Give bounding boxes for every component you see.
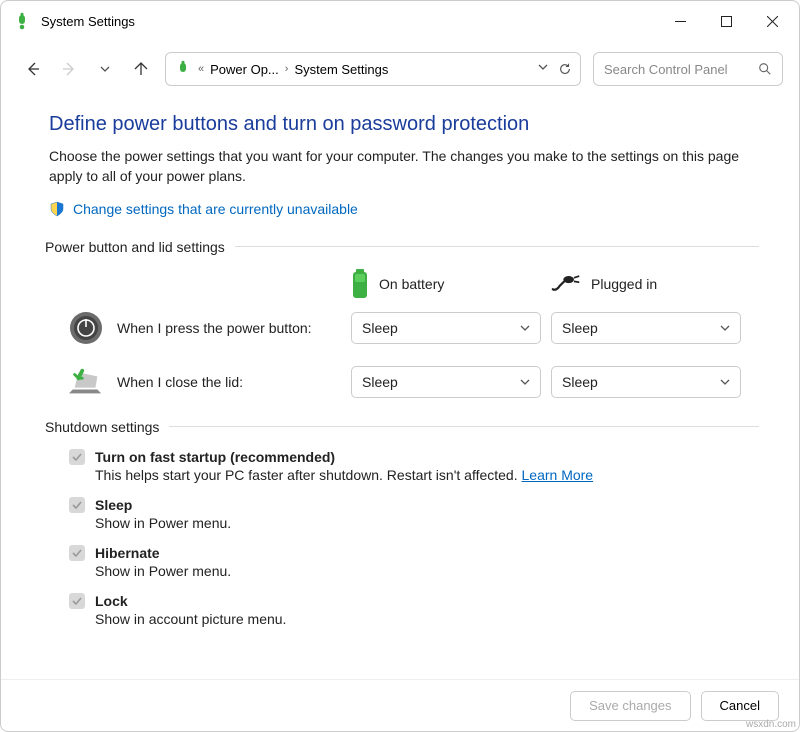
- column-headers: On battery Plugged in: [49, 269, 759, 299]
- page-heading: Define power buttons and turn on passwor…: [49, 113, 759, 136]
- watermark: wsxdn.com: [746, 719, 796, 730]
- chk-fast-startup-label: Turn on fast startup (recommended): [95, 449, 335, 465]
- chk-hibernate: Hibernate Show in Power menu.: [49, 545, 759, 579]
- title-bar: System Settings: [1, 1, 799, 41]
- chk-sleep-label: Sleep: [95, 497, 132, 513]
- footer: Save changes Cancel: [1, 679, 799, 731]
- chk-sleep: Sleep Show in Power menu.: [49, 497, 759, 531]
- breadcrumb-seg-2[interactable]: System Settings: [294, 62, 388, 77]
- row-close-lid: When I close the lid: Sleep Sleep: [49, 365, 759, 399]
- row-power-button: When I press the power button: Sleep Sle…: [49, 311, 759, 345]
- breadcrumb-chevron: ›: [285, 63, 289, 75]
- breadcrumb-seg-1[interactable]: Power Op...: [210, 62, 279, 77]
- minimize-button[interactable]: [657, 1, 703, 41]
- chk-lock: Lock Show in account picture menu.: [49, 593, 759, 627]
- section-power-header: Power button and lid settings: [45, 239, 759, 255]
- select-power-plugged[interactable]: Sleep: [551, 312, 741, 344]
- change-settings-link[interactable]: Change settings that are currently unava…: [49, 201, 759, 217]
- history-dropdown[interactable]: [93, 57, 117, 81]
- chk-fast-startup-desc: This helps start your PC faster after sh…: [95, 467, 759, 483]
- chevron-down-icon[interactable]: [538, 62, 548, 72]
- checkbox-lock[interactable]: [69, 593, 85, 609]
- power-options-icon: [174, 60, 192, 78]
- refresh-icon[interactable]: [558, 62, 572, 76]
- learn-more-link[interactable]: Learn More: [522, 467, 594, 483]
- breadcrumb[interactable]: « Power Op... › System Settings: [165, 52, 581, 86]
- chk-fast-startup: Turn on fast startup (recommended) This …: [49, 449, 759, 483]
- checkbox-fast-startup[interactable]: [69, 449, 85, 465]
- select-lid-battery[interactable]: Sleep: [351, 366, 541, 398]
- search-input[interactable]: Search Control Panel: [593, 52, 783, 86]
- nav-bar: « Power Op... › System Settings Search C…: [1, 41, 799, 97]
- col-battery: On battery: [351, 269, 551, 299]
- col-plugged: Plugged in: [551, 275, 751, 293]
- window-title: System Settings: [41, 14, 657, 29]
- laptop-lid-icon: [69, 368, 103, 396]
- shield-icon: [49, 201, 65, 217]
- search-icon: [758, 62, 772, 76]
- content-area: Define power buttons and turn on passwor…: [1, 97, 799, 679]
- checkbox-hibernate[interactable]: [69, 545, 85, 561]
- chk-sleep-desc: Show in Power menu.: [95, 515, 759, 531]
- plug-icon: [551, 275, 581, 293]
- back-button[interactable]: [21, 57, 45, 81]
- section-shutdown-header: Shutdown settings: [45, 419, 759, 435]
- app-icon: [13, 12, 31, 30]
- select-lid-plugged[interactable]: Sleep: [551, 366, 741, 398]
- row-close-lid-label: When I close the lid:: [117, 374, 351, 390]
- forward-button[interactable]: [57, 57, 81, 81]
- chk-lock-label: Lock: [95, 593, 128, 609]
- maximize-button[interactable]: [703, 1, 749, 41]
- breadcrumb-separator: «: [198, 63, 204, 75]
- checkbox-sleep[interactable]: [69, 497, 85, 513]
- row-power-button-label: When I press the power button:: [117, 320, 351, 336]
- chk-hibernate-desc: Show in Power menu.: [95, 563, 759, 579]
- page-subtitle: Choose the power settings that you want …: [49, 146, 759, 187]
- select-power-battery[interactable]: Sleep: [351, 312, 541, 344]
- power-button-icon: [69, 311, 103, 345]
- battery-icon: [351, 269, 369, 299]
- chk-hibernate-label: Hibernate: [95, 545, 160, 561]
- change-settings-link-text: Change settings that are currently unava…: [73, 201, 358, 217]
- save-changes-button[interactable]: Save changes: [570, 691, 690, 721]
- cancel-button[interactable]: Cancel: [701, 691, 779, 721]
- up-button[interactable]: [129, 57, 153, 81]
- search-placeholder: Search Control Panel: [604, 62, 758, 77]
- chk-lock-desc: Show in account picture menu.: [95, 611, 759, 627]
- close-button[interactable]: [749, 1, 795, 41]
